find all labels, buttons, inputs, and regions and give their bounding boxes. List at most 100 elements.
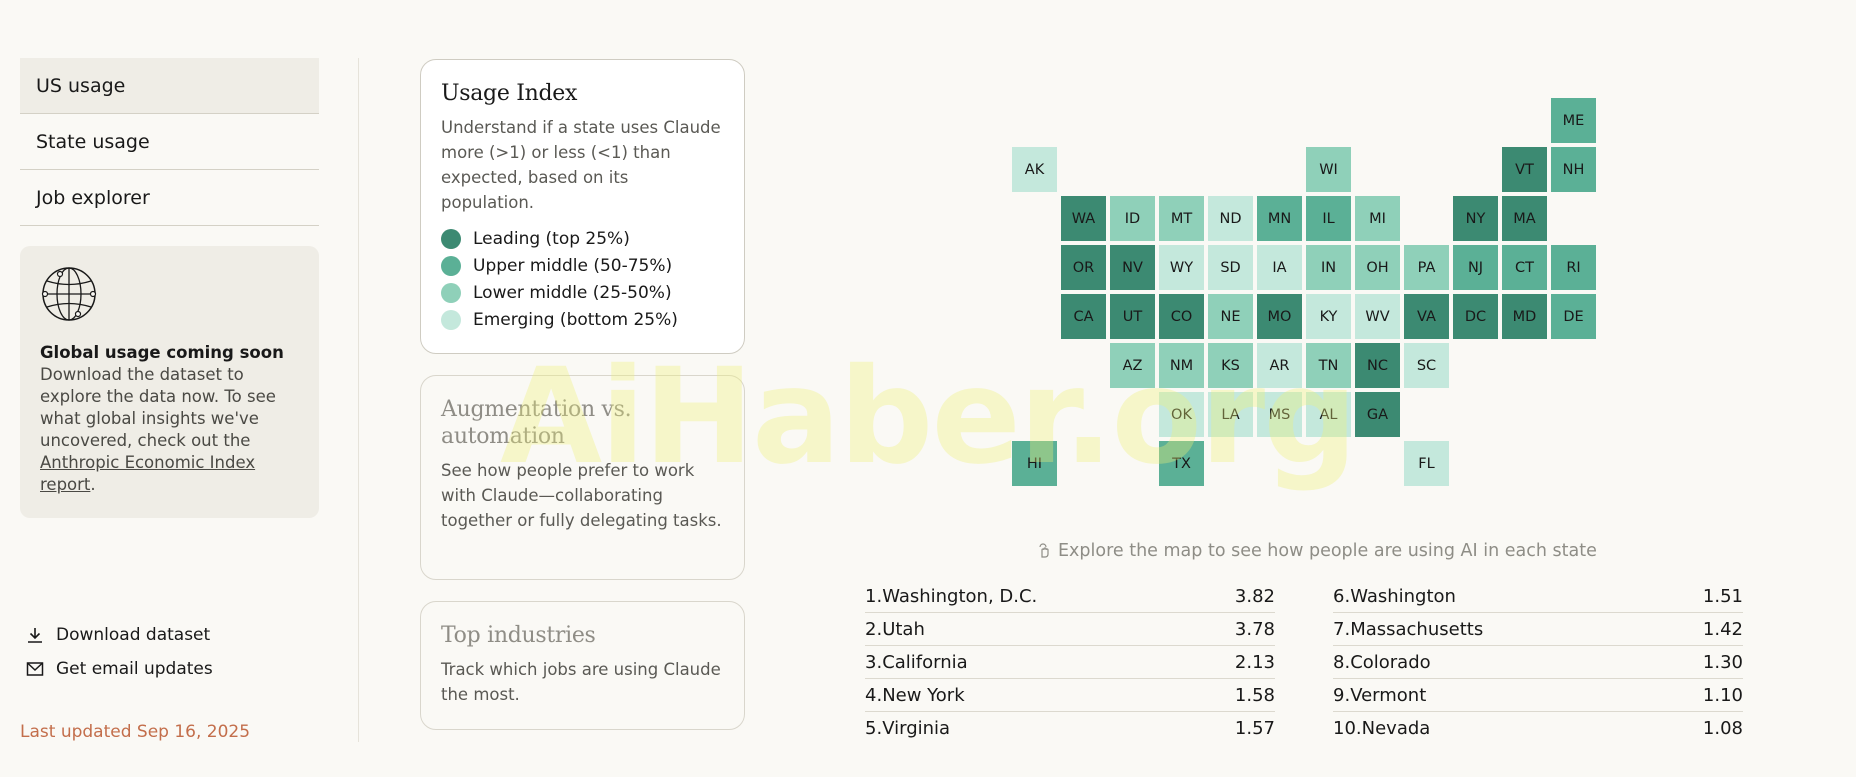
- nav-job-explorer[interactable]: Job explorer: [20, 170, 319, 226]
- state-tile-il[interactable]: IL: [1306, 196, 1351, 241]
- state-tile-ne[interactable]: NE: [1208, 294, 1253, 339]
- state-tile-nj[interactable]: NJ: [1453, 245, 1498, 290]
- global-usage-card: Global usage coming soon Download the da…: [20, 246, 319, 518]
- augmentation-card[interactable]: Augmentation vs. automation See how peop…: [420, 375, 745, 580]
- global-usage-body: Download the dataset to explore the data…: [40, 365, 276, 494]
- top-industries-card[interactable]: Top industries Track which jobs are usin…: [420, 601, 745, 730]
- state-tile-nd[interactable]: ND: [1208, 196, 1253, 241]
- rank-state: Utah: [882, 618, 925, 640]
- state-tile-hi[interactable]: HI: [1012, 441, 1057, 486]
- augmentation-body: See how people prefer to work with Claud…: [441, 461, 722, 530]
- email-updates-label: Get email updates: [56, 659, 213, 679]
- rank-value: 3.78: [1234, 618, 1275, 640]
- email-updates-link[interactable]: Get email updates: [26, 659, 213, 679]
- state-tile-nh[interactable]: NH: [1551, 147, 1596, 192]
- state-tile-ms[interactable]: MS: [1257, 392, 1302, 437]
- state-tile-ok[interactable]: OK: [1159, 392, 1204, 437]
- state-tile-ak[interactable]: AK: [1012, 147, 1057, 192]
- rank-number: 10.: [1333, 718, 1362, 739]
- state-tile-mn[interactable]: MN: [1257, 196, 1302, 241]
- state-tile-tx[interactable]: TX: [1159, 441, 1204, 486]
- state-tile-ri[interactable]: RI: [1551, 245, 1596, 290]
- rank-row: 5.Virginia 1.57: [865, 712, 1275, 745]
- state-tile-nc[interactable]: NC: [1355, 343, 1400, 388]
- state-tile-az[interactable]: AZ: [1110, 343, 1155, 388]
- state-tile-de[interactable]: DE: [1551, 294, 1596, 339]
- rank-row: 1.Washington, D.C. 3.82: [865, 580, 1275, 613]
- rank-state: Massachusetts: [1350, 618, 1484, 640]
- last-updated: Last updated Sep 16, 2025: [20, 722, 251, 742]
- sidebar: US usage State usage Job explorer Global…: [20, 58, 319, 518]
- state-tile-co[interactable]: CO: [1159, 294, 1204, 339]
- rank-number: 3.: [865, 651, 883, 673]
- state-tile-tn[interactable]: TN: [1306, 343, 1351, 388]
- state-tile-ga[interactable]: GA: [1355, 392, 1400, 437]
- state-tile-ia[interactable]: IA: [1257, 245, 1302, 290]
- rank-row: 10.Nevada 1.08: [1333, 712, 1743, 745]
- rank-number: 9.: [1333, 684, 1351, 706]
- state-tile-wi[interactable]: WI: [1306, 147, 1351, 192]
- rank-state: Virginia: [882, 718, 951, 739]
- state-tile-nv[interactable]: NV: [1110, 245, 1155, 290]
- state-tile-me[interactable]: ME: [1551, 98, 1596, 143]
- divider: [358, 58, 359, 742]
- rank-number: 1.: [865, 585, 883, 607]
- rank-state: New York: [882, 684, 965, 706]
- state-tile-ut[interactable]: UT: [1110, 294, 1155, 339]
- state-tile-dc[interactable]: DC: [1453, 294, 1498, 339]
- state-tile-ky[interactable]: KY: [1306, 294, 1351, 339]
- rank-number: 6.: [1333, 585, 1351, 607]
- state-tile-oh[interactable]: OH: [1355, 245, 1400, 290]
- state-tile-ct[interactable]: CT: [1502, 245, 1547, 290]
- usage-index-body: Understand if a state uses Claude more (…: [441, 118, 721, 212]
- state-tile-ca[interactable]: CA: [1061, 294, 1106, 339]
- download-dataset-link[interactable]: Download dataset: [26, 625, 210, 645]
- state-tile-mt[interactable]: MT: [1159, 196, 1204, 241]
- state-tile-va[interactable]: VA: [1404, 294, 1449, 339]
- state-tile-fl[interactable]: FL: [1404, 441, 1449, 486]
- nav-us-usage[interactable]: US usage: [20, 58, 319, 114]
- globe-icon: [41, 267, 97, 321]
- rank-value: 1.42: [1702, 618, 1743, 640]
- state-tile-in[interactable]: IN: [1306, 245, 1351, 290]
- usage-index-card[interactable]: Usage Index Understand if a state uses C…: [420, 59, 745, 354]
- economic-index-report-link[interactable]: Anthropic Economic Index report: [40, 453, 255, 494]
- state-tile-nm[interactable]: NM: [1159, 343, 1204, 388]
- legend: Leading (top 25%) Upper middle (50-75%) …: [441, 225, 724, 333]
- state-tile-ks[interactable]: KS: [1208, 343, 1253, 388]
- rank-row: 6.Washington 1.51: [1333, 580, 1743, 613]
- legend-emerging: Emerging (bottom 25%): [441, 306, 724, 333]
- rank-value: 3.82: [1234, 585, 1275, 607]
- state-tile-sd[interactable]: SD: [1208, 245, 1253, 290]
- state-tile-ny[interactable]: NY: [1453, 196, 1498, 241]
- rank-state: Colorado: [1350, 651, 1431, 673]
- rank-state: Washington: [1350, 585, 1456, 607]
- rank-number: 7.: [1333, 618, 1351, 640]
- state-tile-ar[interactable]: AR: [1257, 343, 1302, 388]
- state-tile-wv[interactable]: WV: [1355, 294, 1400, 339]
- state-tile-ma[interactable]: MA: [1502, 196, 1547, 241]
- pointer-icon: [1039, 543, 1049, 558]
- rankings-right: 6.Washington 1.51 7.Massachusetts 1.42 8.Col…: [1333, 580, 1743, 745]
- state-tile-pa[interactable]: PA: [1404, 245, 1449, 290]
- state-tile-md[interactable]: MD: [1502, 294, 1547, 339]
- state-tile-wa[interactable]: WA: [1061, 196, 1106, 241]
- nav-state-usage[interactable]: State usage: [20, 114, 319, 170]
- rank-value: 1.30: [1702, 651, 1743, 673]
- state-tile-vt[interactable]: VT: [1502, 147, 1547, 192]
- state-tile-la[interactable]: LA: [1208, 392, 1253, 437]
- state-tile-or[interactable]: OR: [1061, 245, 1106, 290]
- state-tile-id[interactable]: ID: [1110, 196, 1155, 241]
- rankings-left: 1.Washington, D.C. 3.82 2.Utah 3.78 3.Califo…: [865, 580, 1275, 745]
- state-tile-mo[interactable]: MO: [1257, 294, 1302, 339]
- rank-state: Nevada: [1361, 718, 1431, 739]
- state-tile-sc[interactable]: SC: [1404, 343, 1449, 388]
- rank-value: 1.51: [1702, 585, 1743, 607]
- rank-value: 2.13: [1234, 651, 1275, 673]
- state-tile-al[interactable]: AL: [1306, 392, 1351, 437]
- top-industries-title: Top industries: [441, 623, 596, 648]
- state-tile-mi[interactable]: MI: [1355, 196, 1400, 241]
- legend-dot: [441, 309, 461, 330]
- mail-icon: [26, 662, 44, 676]
- state-tile-wy[interactable]: WY: [1159, 245, 1204, 290]
